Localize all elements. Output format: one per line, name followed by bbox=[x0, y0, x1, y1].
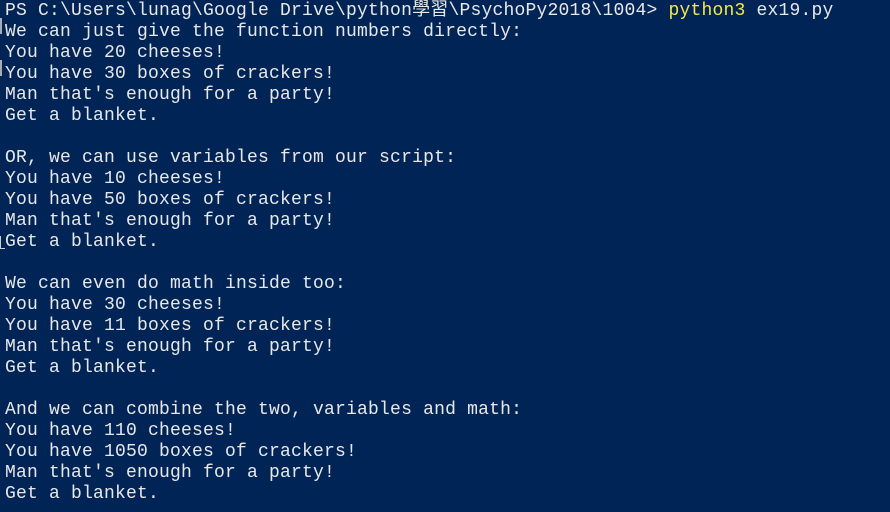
output-line: You have 11 boxes of crackers! bbox=[5, 316, 336, 336]
output-line: You have 30 boxes of crackers! bbox=[5, 64, 336, 84]
output-line: OR, we can use variables from our script… bbox=[5, 148, 457, 168]
output-line: You have 1050 boxes of crackers! bbox=[5, 442, 358, 462]
output-line: We can just give the function numbers di… bbox=[5, 22, 523, 42]
output-line: You have 110 cheeses! bbox=[5, 421, 237, 441]
terminal-output: We can just give the function numbers di… bbox=[5, 22, 890, 505]
output-line: Man that's enough for a party! bbox=[5, 463, 336, 483]
resize-cursor-icon bbox=[0, 236, 5, 249]
output-line: Man that's enough for a party! bbox=[5, 337, 336, 357]
window-edge-marker bbox=[0, 18, 2, 34]
prompt-path: PS C:\Users\lunag\Google Drive\python學習\… bbox=[5, 1, 669, 21]
output-line: And we can combine the two, variables an… bbox=[5, 400, 523, 420]
window-edge-marker bbox=[0, 60, 2, 76]
output-line: We can even do math inside too: bbox=[5, 274, 347, 294]
output-line: Get a blanket. bbox=[5, 232, 160, 252]
output-line: Get a blanket. bbox=[5, 484, 160, 504]
output-line: Man that's enough for a party! bbox=[5, 211, 336, 231]
command-argument: ex19.py bbox=[745, 1, 834, 21]
output-line: You have 10 cheeses! bbox=[5, 169, 226, 189]
output-line: Man that's enough for a party! bbox=[5, 85, 336, 105]
command-name: python3 bbox=[668, 1, 746, 21]
output-line: You have 20 cheeses! bbox=[5, 43, 226, 63]
output-line: You have 50 boxes of crackers! bbox=[5, 190, 336, 210]
output-line: You have 30 cheeses! bbox=[5, 295, 226, 315]
output-line: Get a blanket. bbox=[5, 358, 160, 378]
prompt-line: PS C:\Users\lunag\Google Drive\python學習\… bbox=[5, 1, 890, 22]
output-line: Get a blanket. bbox=[5, 106, 160, 126]
powershell-terminal[interactable]: PS C:\Users\lunag\Google Drive\python學習\… bbox=[0, 0, 890, 512]
